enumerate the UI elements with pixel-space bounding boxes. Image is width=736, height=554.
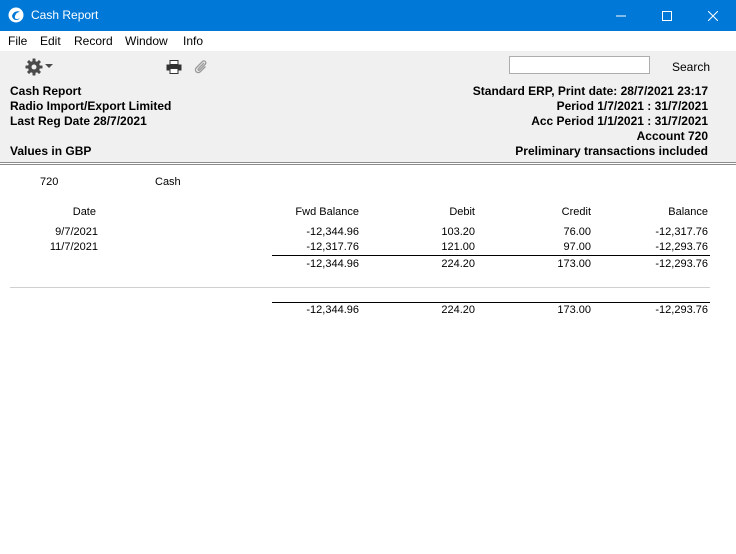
menu-edit[interactable]: Edit xyxy=(40,34,61,48)
total-rule xyxy=(272,302,710,303)
account-separator xyxy=(10,287,710,288)
print-info: Standard ERP, Print date: 28/7/2021 23:1… xyxy=(472,84,708,98)
row-credit: 97.00 xyxy=(563,241,591,253)
close-button[interactable] xyxy=(690,0,736,31)
search-button[interactable]: Search xyxy=(672,60,710,74)
total-balance: -12,293.76 xyxy=(655,304,708,316)
total-debit: 224.20 xyxy=(441,304,475,316)
minimize-icon xyxy=(616,15,626,16)
acc-period: Acc Period 1/1/2021 : 31/7/2021 xyxy=(531,114,708,128)
column-header-fwd-balance: Fwd Balance xyxy=(295,206,359,218)
column-header-credit: Credit xyxy=(561,206,591,218)
row-debit: 103.20 xyxy=(441,226,475,238)
subtotal-balance: -12,293.76 xyxy=(655,258,708,270)
menu-info[interactable]: Info xyxy=(183,34,203,48)
maximize-icon xyxy=(662,10,672,21)
close-icon xyxy=(708,10,718,21)
column-header-date: Date xyxy=(72,206,96,218)
menu-bar: File Edit Record Window Info xyxy=(0,31,736,51)
company-name: Radio Import/Export Limited xyxy=(10,99,172,113)
row-balance: -12,293.76 xyxy=(655,241,708,253)
maximize-button[interactable] xyxy=(644,0,690,31)
gear-icon[interactable] xyxy=(25,58,43,79)
toolbar: Search xyxy=(0,51,736,82)
period: Period 1/7/2021 : 31/7/2021 xyxy=(556,99,708,113)
row-date: 9/7/2021 xyxy=(55,226,98,238)
column-header-balance: Balance xyxy=(668,206,708,218)
subtotal-credit: 173.00 xyxy=(557,258,591,270)
column-header-debit: Debit xyxy=(449,206,475,218)
account-name: Cash xyxy=(155,176,181,188)
minimize-button[interactable] xyxy=(598,0,644,31)
row-fwd-balance: -12,344.96 xyxy=(306,226,359,238)
total-fwd-balance: -12,344.96 xyxy=(306,304,359,316)
report-title: Cash Report xyxy=(10,84,82,98)
menu-file[interactable]: File xyxy=(8,34,27,48)
row-debit: 121.00 xyxy=(441,241,475,253)
currency-note: Values in GBP xyxy=(10,144,92,158)
preliminary-note: Preliminary transactions included xyxy=(515,144,708,158)
app-logo-icon xyxy=(8,7,24,23)
menu-record[interactable]: Record xyxy=(74,34,113,48)
printer-icon[interactable] xyxy=(166,60,182,77)
row-fwd-balance: -12,317.76 xyxy=(306,241,359,253)
account-filter: Account 720 xyxy=(636,129,708,143)
window-title: Cash Report xyxy=(31,8,99,22)
search-input[interactable] xyxy=(509,56,650,74)
row-date: 11/7/2021 xyxy=(49,241,98,253)
subtotal-rule xyxy=(272,255,710,256)
menu-window[interactable]: Window xyxy=(125,34,168,48)
header-divider xyxy=(0,162,736,163)
title-bar: Cash Report xyxy=(0,0,736,31)
account-number[interactable]: 720 xyxy=(40,176,58,188)
row-balance: -12,317.76 xyxy=(655,226,708,238)
subtotal-debit: 224.20 xyxy=(441,258,475,270)
total-credit: 173.00 xyxy=(557,304,591,316)
header-divider xyxy=(0,164,736,165)
row-credit: 76.00 xyxy=(563,226,591,238)
report-header: Cash Report Radio Import/Export Limited … xyxy=(0,82,736,162)
chevron-down-icon[interactable] xyxy=(45,64,53,68)
paperclip-icon[interactable] xyxy=(194,59,208,78)
subtotal-fwd-balance: -12,344.96 xyxy=(306,258,359,270)
last-reg-date: Last Reg Date 28/7/2021 xyxy=(10,114,147,128)
